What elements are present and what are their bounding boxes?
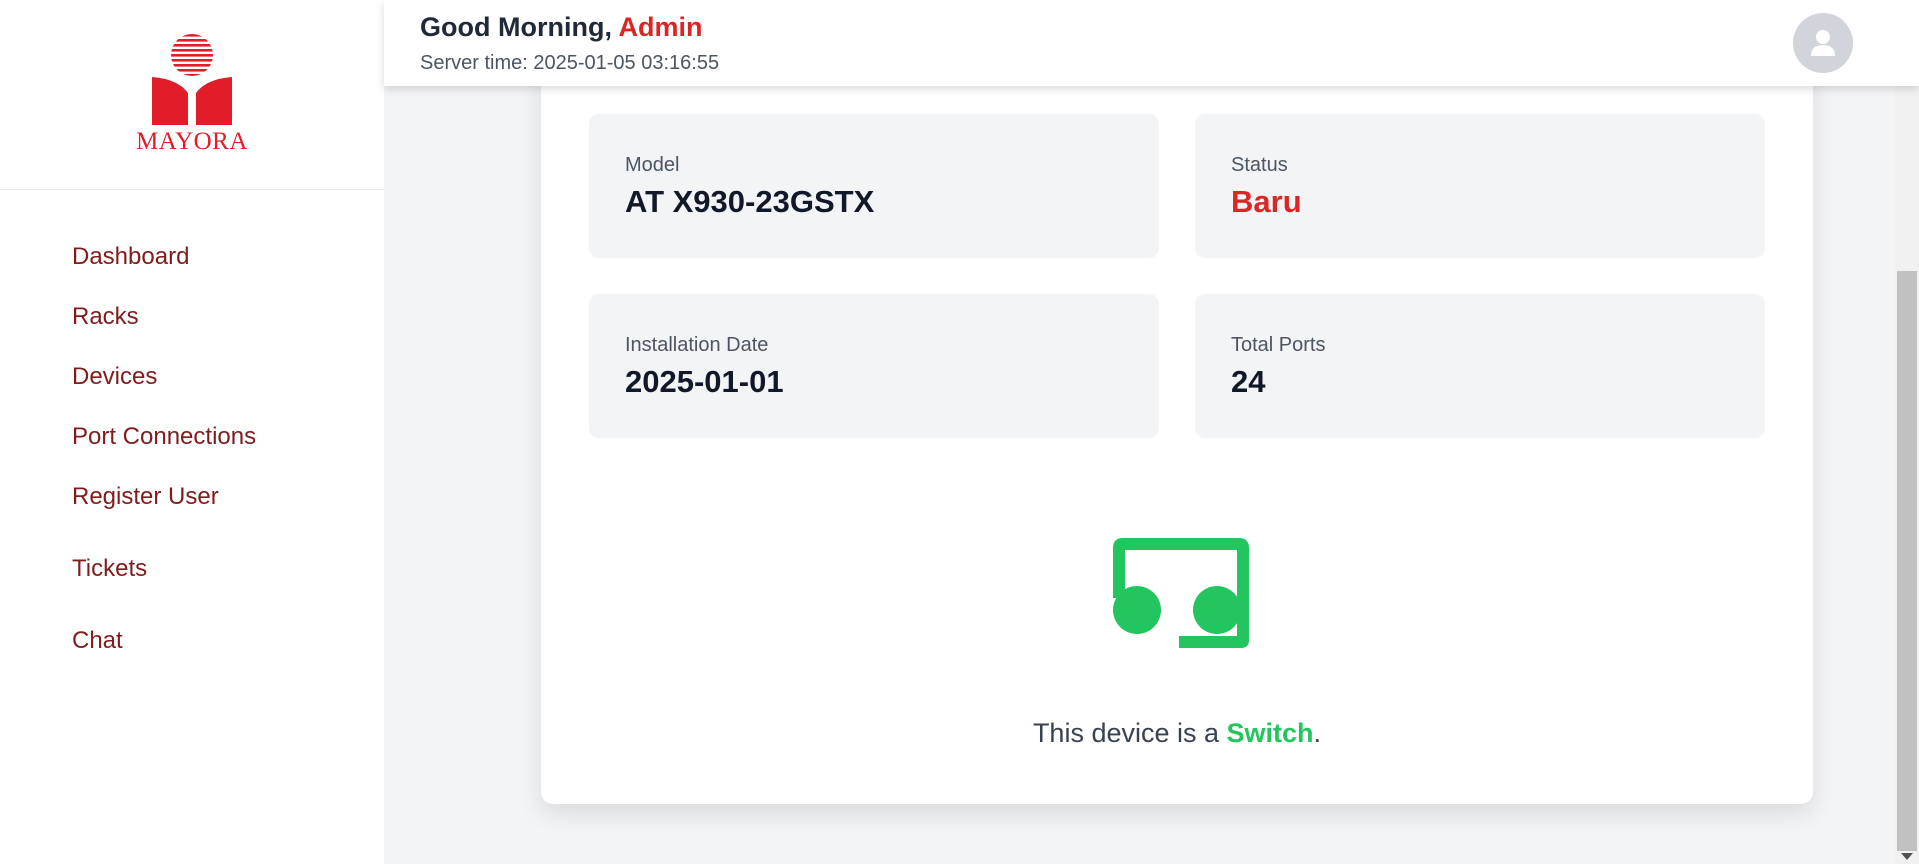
content-gutter [384,0,460,864]
device-detail-card: Model AT X930-23GSTX Status Baru Install… [541,60,1813,804]
model-tile: Model AT X930-23GSTX [589,114,1159,258]
greeting: Good Morning, Admin [420,12,702,43]
device-type-prefix: This device is a [1032,718,1220,748]
sidebar-item-dashboard[interactable]: Dashboard [72,243,189,271]
status-value: Baru [1231,184,1302,219]
total-ports-tile: Total Ports 24 [1195,294,1765,438]
switch-icon [1113,538,1249,648]
sidebar: MAYORA Dashboard Racks Devices Port Conn… [0,0,385,864]
mayora-logo-icon [152,34,232,125]
greeting-text: Good Morning, [420,12,612,42]
user-icon [1811,30,1835,56]
sidebar-item-racks[interactable]: Racks [72,303,139,331]
sidebar-item-chat[interactable]: Chat [72,627,123,655]
device-type-text: This device is a Switch. [541,718,1813,749]
brand-name: MAYORA [136,128,248,155]
brand-logo[interactable]: MAYORA [0,0,384,190]
sidebar-item-register-user[interactable]: Register User [72,483,219,511]
sidebar-item-devices[interactable]: Devices [72,363,157,391]
sidebar-item-tickets[interactable]: Tickets [72,555,147,583]
user-avatar[interactable] [1793,13,1853,73]
installation-date-label: Installation Date [625,334,769,356]
total-ports-label: Total Ports [1231,334,1326,356]
model-value: AT X930-23GSTX [625,184,875,219]
status-label: Status [1231,154,1288,176]
installation-date-tile: Installation Date 2025-01-01 [589,294,1159,438]
sidebar-item-port-connections[interactable]: Port Connections [72,423,256,451]
installation-date-value: 2025-01-01 [625,364,784,399]
top-header: Good Morning, Admin Server time: 2025-01… [384,0,1919,86]
device-type-suffix: . [1313,718,1322,748]
greeting-username: Admin [618,12,703,42]
device-type-value: Switch [1226,718,1314,748]
server-time: Server time: 2025-01-05 03:16:55 [420,52,720,74]
scroll-down-arrow-icon[interactable] [1901,853,1913,860]
status-tile: Status Baru [1195,114,1765,258]
page-scrollbar[interactable] [1895,86,1919,864]
model-label: Model [625,154,680,176]
total-ports-value: 24 [1231,364,1266,399]
scrollbar-thumb[interactable] [1897,271,1917,851]
